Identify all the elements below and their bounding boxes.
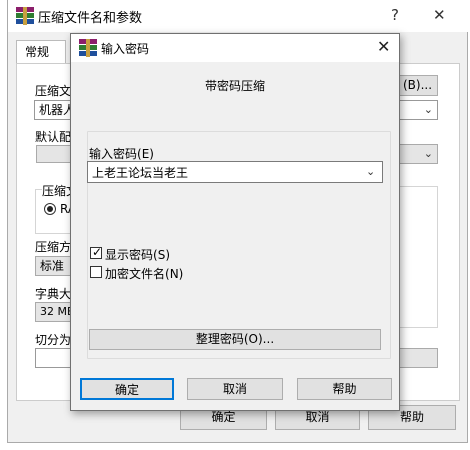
password-combobox[interactable]: 上老王论坛当老王 ⌄ (87, 161, 383, 183)
dictionary-combo[interactable]: 32 MB (35, 302, 75, 322)
chevron-down-icon: ⌄ (423, 103, 433, 116)
update-mode-combo[interactable]: ⌄ (398, 144, 438, 164)
ok-button[interactable]: 确定 (80, 378, 174, 400)
enter-password-dialog: 输入密码 ✕ 带密码压缩 输入密码(E) 上老王论坛当老王 ⌄ ✓ 显示密码(S… (70, 33, 400, 411)
dialog-title: 输入密码 (101, 42, 150, 56)
cancel-button[interactable]: 取消 (187, 378, 283, 400)
default-profile-label: 默认配 (35, 130, 72, 144)
dialog-title-bar: 输入密码 ✕ (71, 34, 399, 62)
show-password-label: 显示密码(S) (105, 246, 170, 263)
tab-general[interactable]: 常规 (16, 40, 66, 64)
organize-passwords-button[interactable]: 整理密码(O)... (89, 329, 381, 350)
split-input[interactable] (35, 348, 75, 368)
password-label-key: (E) (137, 147, 154, 161)
password-input[interactable]: 上老王论坛当老王 (92, 164, 188, 181)
title-bar: 压缩文件名和参数 ? ✕ (8, 0, 469, 32)
check-icon: ✓ (92, 245, 103, 259)
options-group (398, 186, 438, 328)
show-password-checkbox[interactable]: ✓ (90, 245, 103, 259)
winrar-icon (16, 7, 34, 25)
show-password-key: (S) (153, 248, 170, 262)
browse-button[interactable]: (B)... (398, 75, 438, 96)
method-label: 压缩方 (35, 240, 72, 254)
rar-radio[interactable] (44, 203, 56, 215)
dictionary-label: 字典大 (35, 287, 72, 301)
encrypt-filenames-key: (N) (165, 267, 184, 281)
encrypt-filenames-checkbox[interactable] (90, 266, 102, 278)
organize-button-key: (O)... (243, 332, 275, 346)
dialog-heading: 带密码压缩 (204, 79, 265, 93)
password-label: 输入密码(E) (89, 145, 154, 162)
password-label-text: 输入密码 (89, 147, 138, 161)
show-password-text: 显示密码 (105, 248, 154, 262)
method-combo[interactable]: 标准 (35, 256, 75, 276)
close-icon[interactable]: ✕ (433, 6, 446, 24)
help-button[interactable]: 帮助 (297, 378, 392, 400)
archive-name-combo-end[interactable]: ⌄ (398, 100, 438, 120)
split-label: 切分为 (35, 333, 72, 347)
chevron-down-icon: ⌄ (423, 147, 433, 160)
winrar-icon (79, 39, 97, 57)
encrypt-filenames-text: 加密文件名 (105, 267, 166, 281)
encrypt-filenames-label: 加密文件名(N) (105, 265, 183, 282)
split-size-combo[interactable] (398, 348, 438, 368)
organize-button-text: 整理密码 (195, 332, 244, 346)
archive-name-label: 压缩文 (35, 84, 72, 98)
help-icon[interactable]: ? (391, 6, 399, 24)
window-title: 压缩文件名和参数 (38, 11, 143, 26)
chevron-down-icon[interactable]: ⌄ (366, 165, 375, 178)
close-icon[interactable]: ✕ (377, 37, 390, 56)
